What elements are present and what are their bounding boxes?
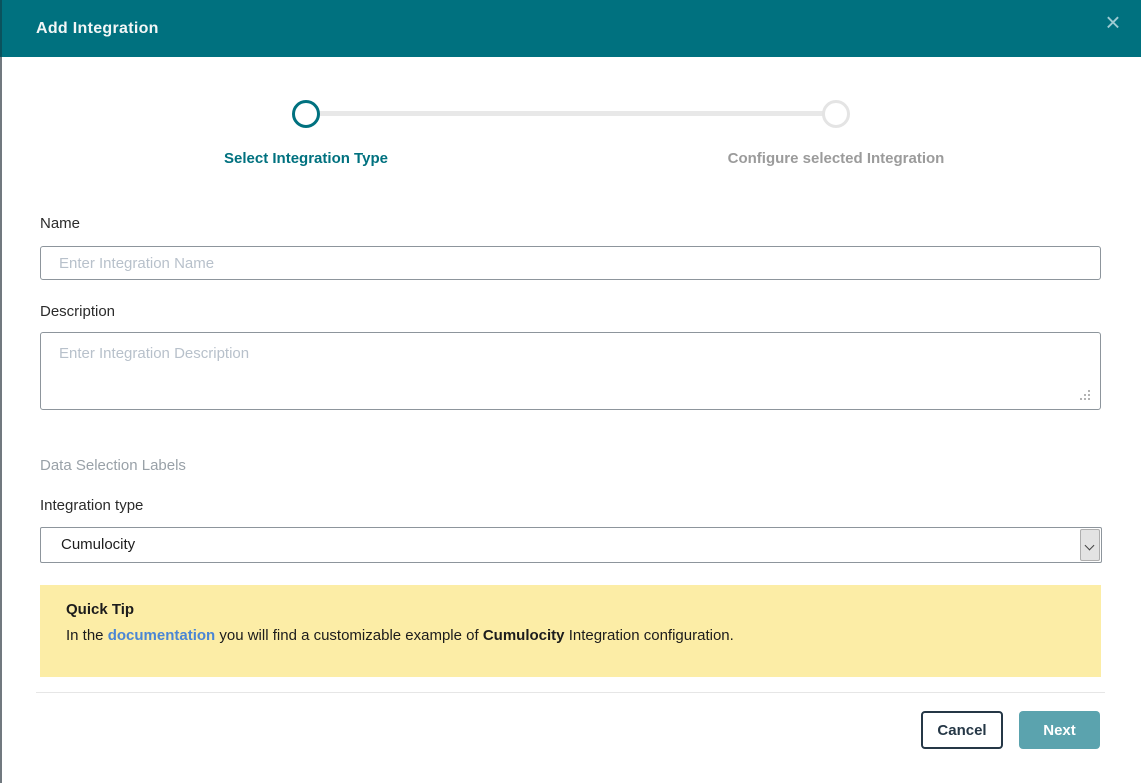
data-selection-labels-text: Data Selection Labels — [40, 457, 186, 474]
footer-divider — [36, 692, 1105, 693]
quick-tip-text-before: In the — [66, 627, 108, 644]
step-1-label: Select Integration Type — [156, 150, 456, 167]
integration-name-input[interactable] — [40, 246, 1101, 280]
modal-title: Add Integration — [36, 0, 159, 57]
step-2-label: Configure selected Integration — [686, 150, 986, 167]
select-dropdown-button[interactable] — [1080, 529, 1100, 561]
next-button[interactable]: Next — [1019, 711, 1100, 749]
underlying-page-edge-bottom — [0, 57, 2, 783]
integration-type-select[interactable]: Cumulocity — [40, 527, 1102, 563]
chevron-down-icon — [1085, 541, 1095, 551]
quick-tip-text-after: Integration configuration. — [565, 627, 734, 644]
name-label: Name — [40, 215, 80, 232]
quick-tip-text: In the documentation you will find a cus… — [66, 627, 1075, 644]
quick-tip-text-middle: you will find a customizable example of — [215, 627, 483, 644]
integration-type-label: Integration type — [40, 497, 143, 514]
integration-type-selected-value: Cumulocity — [61, 528, 135, 562]
close-icon: × — [1105, 7, 1120, 37]
add-integration-modal: Add Integration × Select Integration Typ… — [0, 0, 1141, 783]
step-1-indicator — [292, 100, 320, 128]
documentation-link[interactable]: documentation — [108, 627, 216, 644]
step-2-indicator — [822, 100, 850, 128]
stepper-connector — [306, 111, 836, 116]
quick-tip-bold-term: Cumulocity — [483, 627, 565, 644]
quick-tip-heading: Quick Tip — [66, 601, 1075, 618]
modal-header: Add Integration × — [2, 0, 1141, 57]
quick-tip-panel: Quick Tip In the documentation you will … — [40, 585, 1101, 677]
integration-description-textarea[interactable] — [40, 332, 1101, 410]
resize-grip-icon[interactable] — [1088, 398, 1090, 400]
description-label: Description — [40, 303, 115, 320]
cancel-button[interactable]: Cancel — [921, 711, 1003, 749]
close-button[interactable]: × — [1097, 6, 1129, 38]
